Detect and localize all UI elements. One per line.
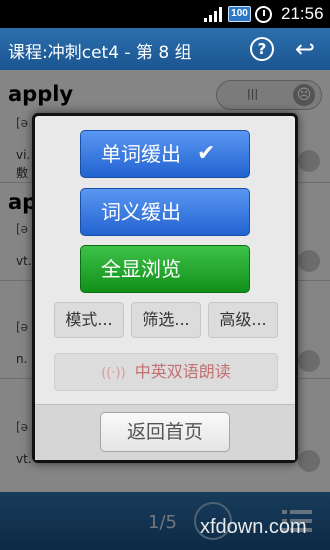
- filter-button[interactable]: 筛选...: [131, 302, 201, 338]
- word-fade-button[interactable]: 单词缓出 ✔: [80, 130, 250, 178]
- signal-icon: [204, 7, 224, 22]
- meaning-fade-button[interactable]: 词义缓出: [80, 188, 250, 236]
- page-title: 课程:冲刺cet4 - 第 8 组: [8, 43, 192, 63]
- clock: 21:56: [281, 4, 324, 23]
- help-icon[interactable]: ?: [250, 37, 274, 61]
- display-mode-dialog: 单词缓出 ✔ 词义缓出 全显浏览 模式... 筛选... 高级... ((·))…: [32, 113, 298, 463]
- advanced-button[interactable]: 高级...: [208, 302, 278, 338]
- watermark: xfdown.com: [200, 516, 307, 538]
- bilingual-read-label: 中英双语朗读: [134, 362, 231, 381]
- word-fade-label: 单词缓出: [101, 142, 181, 166]
- dialog-footer: 返回首页: [35, 404, 295, 460]
- bilingual-read-button[interactable]: ((·)) 中英双语朗读: [54, 353, 278, 391]
- browse-all-button[interactable]: 全显浏览: [80, 245, 250, 293]
- check-icon: ✔: [197, 141, 216, 166]
- alarm-icon: [255, 6, 272, 23]
- mode-button[interactable]: 模式...: [54, 302, 124, 338]
- status-bar: 100 21:56: [0, 0, 330, 28]
- home-button[interactable]: 返回首页: [100, 412, 230, 452]
- sound-wave-icon: ((·)): [101, 366, 126, 381]
- back-arrow-icon[interactable]: ↩: [289, 36, 321, 62]
- battery-icon: 100: [228, 6, 251, 22]
- title-bar: 课程:冲刺cet4 - 第 8 组 ? ↩: [0, 28, 330, 70]
